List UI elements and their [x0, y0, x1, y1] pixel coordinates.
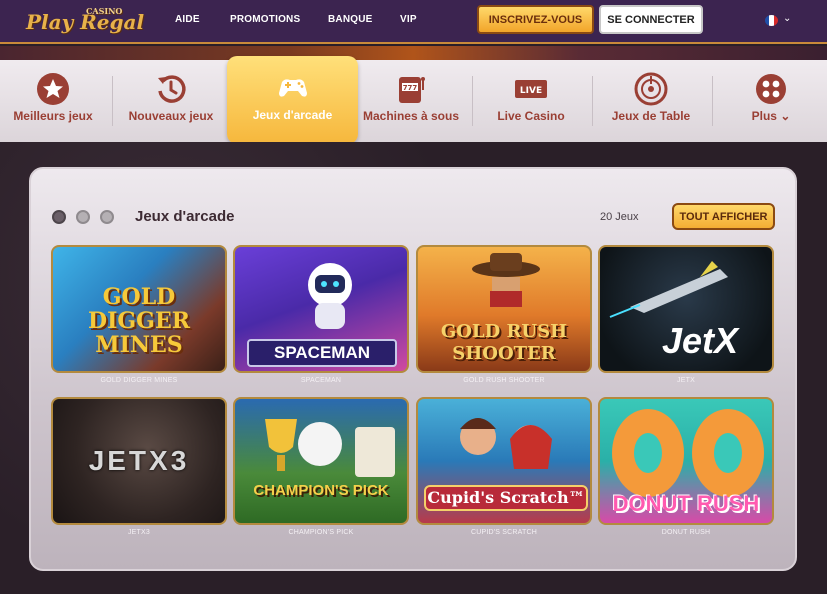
category-more[interactable]: Plus ⌄: [718, 60, 824, 142]
language-selector[interactable]: ⌄: [765, 13, 795, 29]
game-name: DONUT RUSH: [661, 529, 711, 536]
category-table-games[interactable]: Jeux de Table: [598, 60, 704, 142]
casino-logo[interactable]: CASINO Play Regal: [26, 4, 148, 40]
category-label: Machines à sous: [362, 109, 460, 123]
game-tile-gold-digger-mines[interactable]: GOLD DIGGER MINES: [51, 245, 227, 373]
game-tile-donut-rush[interactable]: DONUT RUSH: [598, 397, 774, 525]
arcade-games-panel: Jeux d'arcade 20 Jeux TOUT AFFICHER GOLD…: [29, 167, 797, 571]
slot-machine-icon: 777: [399, 77, 425, 103]
game-name: JETX: [677, 377, 695, 384]
france-flag-icon: [765, 15, 778, 26]
game-name: CHAMPION'S PICK: [288, 529, 354, 536]
category-divider: [472, 76, 473, 126]
roulette-icon: [634, 72, 668, 106]
nav-vip[interactable]: VIP: [400, 14, 417, 25]
category-divider: [712, 76, 713, 126]
logo-subtitle: CASINO: [86, 6, 123, 16]
section-title: Jeux d'arcade: [135, 208, 235, 225]
category-divider: [112, 76, 113, 126]
game-art-title: Cupid's Scratch™: [424, 485, 588, 511]
game-tile-champions-pick[interactable]: CHAMPION'S PICK: [233, 397, 409, 525]
category-live-casino[interactable]: LIVE Live Casino: [478, 60, 584, 142]
grid-icon: [756, 74, 786, 104]
game-art-title: JETX3: [88, 445, 190, 476]
promo-banner-strip: [0, 46, 827, 60]
nav-help[interactable]: AIDE: [175, 14, 200, 25]
game-tile-cupids-scratch[interactable]: Cupid's Scratch™: [416, 397, 592, 525]
carousel-dot-3[interactable]: [100, 210, 114, 224]
game-art-title: CHAMPION'S PICK: [253, 482, 389, 499]
game-name: GOLD RUSH SHOOTER: [463, 377, 545, 384]
gamepad-icon: [278, 79, 307, 97]
svg-text:777: 777: [403, 84, 418, 92]
category-bar: Meilleurs jeux Nouveaux jeux Jeux d'arca…: [0, 56, 827, 144]
carousel-dot-1[interactable]: [52, 210, 66, 224]
login-button[interactable]: SE CONNECTER: [599, 5, 703, 34]
category-arcade-games[interactable]: Jeux d'arcade: [227, 56, 358, 144]
category-label: Nouveaux jeux: [128, 109, 214, 123]
game-tile-gold-rush-shooter[interactable]: GOLD RUSH SHOOTER: [416, 245, 592, 373]
game-tile-jetx3[interactable]: JETX3: [51, 397, 227, 525]
live-icon: LIVE: [515, 80, 547, 98]
game-art-title: GOLD RUSH SHOOTER: [440, 321, 568, 364]
category-slot-machines[interactable]: 777 Machines à sous: [356, 60, 466, 142]
game-art-title: SPACEMAN: [247, 339, 397, 367]
game-name: JETX3: [127, 529, 150, 536]
live-badge-text: LIVE: [520, 86, 542, 96]
category-new-games[interactable]: Nouveaux jeux: [118, 60, 224, 142]
nav-bank[interactable]: BANQUE: [328, 14, 373, 25]
category-label: Jeux de Table: [611, 109, 691, 123]
games-count: 20 Jeux: [600, 211, 639, 223]
game-art-title: JetX: [661, 320, 739, 361]
category-best-games[interactable]: Meilleurs jeux: [0, 60, 106, 142]
chevron-down-icon: ⌄: [783, 13, 792, 24]
trophy-illustration: [265, 419, 395, 477]
game-name: SPACEMAN: [300, 377, 342, 384]
game-name: GOLD DIGGER MINES: [100, 377, 178, 384]
category-label: Plus ⌄: [718, 109, 824, 123]
game-art-title: GOLD DIGGER MINES: [88, 284, 190, 358]
category-label-text: Plus: [751, 109, 777, 123]
chevron-down-icon: ⌄: [780, 109, 791, 123]
signup-button[interactable]: INSCRIVEZ-VOUS: [477, 5, 594, 34]
top-navbar: CASINO Play Regal AIDE PROMOTIONS BANQUE…: [0, 0, 827, 44]
game-tile-spaceman[interactable]: SPACEMAN: [233, 245, 409, 373]
game-art-title: DONUT RUSH: [612, 491, 760, 516]
nav-promotions[interactable]: PROMOTIONS: [230, 14, 300, 25]
game-tile-jetx[interactable]: JetX: [598, 245, 774, 373]
category-label: Jeux d'arcade: [252, 108, 333, 122]
category-divider: [592, 76, 593, 126]
game-name: CUPID'S SCRATCH: [470, 529, 538, 536]
category-label: Meilleurs jeux: [13, 109, 93, 123]
star-icon: [37, 73, 69, 105]
history-icon: [158, 75, 186, 103]
carousel-dot-2[interactable]: [76, 210, 90, 224]
category-label: Live Casino: [497, 109, 565, 123]
show-all-button[interactable]: TOUT AFFICHER: [672, 203, 775, 230]
